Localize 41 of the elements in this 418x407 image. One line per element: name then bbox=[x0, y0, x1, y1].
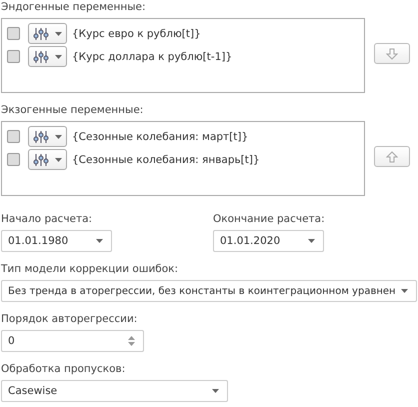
field-label: Начало расчета: bbox=[1, 213, 94, 226]
date-dropdown[interactable]: 01.01.1980 bbox=[1, 230, 112, 252]
caret-icon bbox=[308, 239, 315, 243]
caret-icon bbox=[212, 389, 219, 393]
number-spinner[interactable]: 0 bbox=[1, 330, 144, 352]
move-down-button[interactable] bbox=[374, 43, 410, 64]
sliders-icon bbox=[33, 152, 51, 166]
sliders-icon bbox=[33, 130, 51, 144]
arrow-up-icon bbox=[386, 150, 398, 162]
sliders-icon bbox=[33, 50, 51, 64]
sliders-icon bbox=[33, 26, 51, 40]
variable-name: {Курс доллара к рублю[t-1]} bbox=[72, 50, 232, 62]
arrow-down-icon bbox=[386, 48, 398, 60]
field-label: Окончание расчета: bbox=[213, 213, 325, 226]
checkbox[interactable] bbox=[7, 153, 20, 166]
field-label: Обработка пропусков: bbox=[1, 363, 126, 376]
missing-handling-dropdown[interactable]: Casewise bbox=[1, 380, 228, 402]
variable-name: {Сезонные колебания: январь[t]} bbox=[72, 154, 260, 166]
field-label: Порядок авторегрессии: bbox=[1, 313, 138, 326]
caret-icon bbox=[55, 134, 62, 138]
settings-dropdown-button[interactable] bbox=[28, 126, 67, 147]
caret-icon bbox=[401, 289, 408, 293]
settings-dropdown-button[interactable] bbox=[28, 23, 67, 44]
caret-icon bbox=[96, 239, 103, 243]
caret-icon bbox=[55, 54, 62, 58]
checkbox[interactable] bbox=[7, 50, 20, 63]
field-label: Тип модели коррекции ошибок: bbox=[1, 263, 180, 276]
variable-name: {Курс евро к рублю[t]} bbox=[72, 28, 201, 40]
field-label: Эндогенные переменные: bbox=[1, 1, 147, 14]
checkbox[interactable] bbox=[7, 27, 20, 40]
model-type-dropdown[interactable]: Без тренда в аторегрессии, без константы в коинтеграционном уравнен bbox=[1, 280, 417, 302]
settings-dropdown-button[interactable] bbox=[28, 46, 67, 67]
caret-icon bbox=[55, 158, 62, 162]
date-dropdown[interactable]: 01.01.2020 bbox=[213, 230, 324, 252]
spinner-arrows-icon bbox=[128, 336, 135, 346]
move-up-button[interactable] bbox=[374, 146, 410, 167]
variable-name: {Сезонные колебания: март[t]} bbox=[72, 130, 248, 142]
settings-dropdown-button[interactable] bbox=[28, 149, 67, 170]
checkbox[interactable] bbox=[7, 130, 20, 143]
field-label: Экзогенные переменные: bbox=[1, 104, 144, 117]
caret-icon bbox=[55, 32, 62, 36]
